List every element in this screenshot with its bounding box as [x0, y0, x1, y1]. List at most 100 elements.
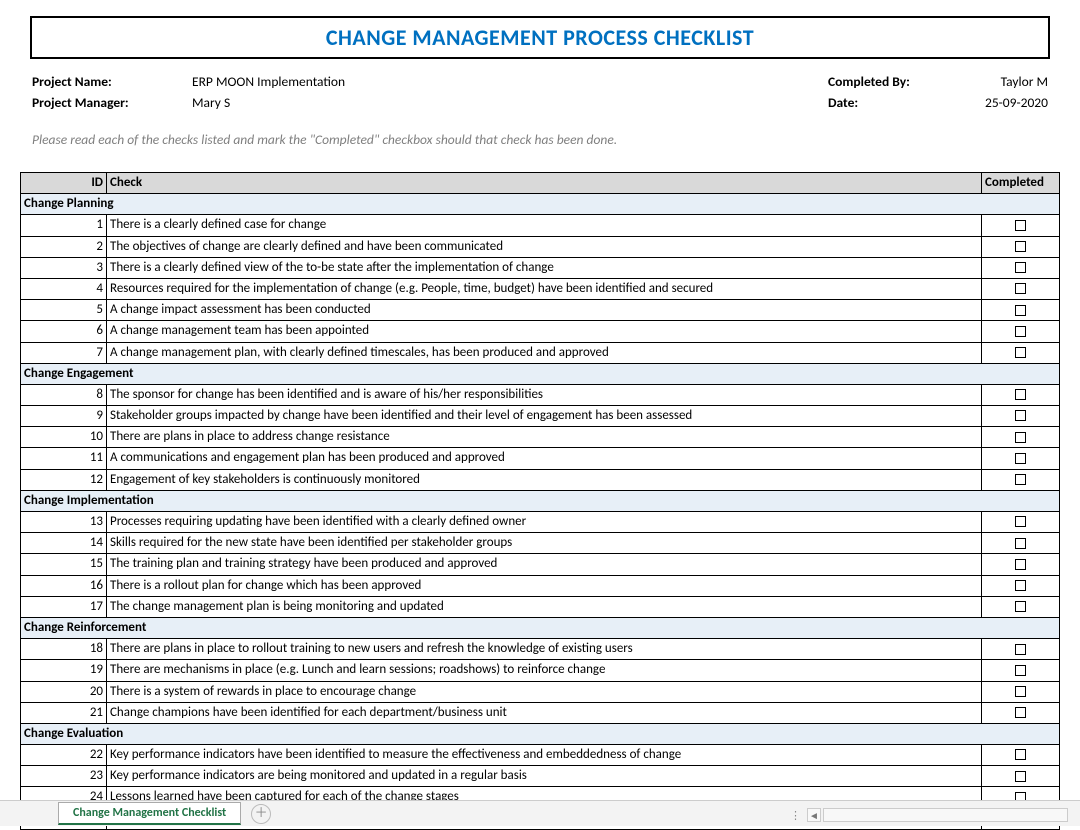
sheet-tab-active[interactable]: Change Management Checklist: [58, 802, 241, 825]
checkbox[interactable]: [1015, 326, 1026, 337]
drag-handle-icon[interactable]: ⋮: [790, 809, 801, 822]
cell-completed: [982, 448, 1060, 469]
table-row: 17The change management plan is being mo…: [21, 596, 1060, 617]
table-row: 6A change management team has been appoi…: [21, 321, 1060, 342]
cell-completed: [982, 660, 1060, 681]
cell-id: 14: [21, 533, 107, 554]
cell-completed: [982, 554, 1060, 575]
project-name-label: Project Name:: [32, 73, 192, 90]
cell-check: Resources required for the implementatio…: [107, 278, 982, 299]
plus-icon: ＋: [255, 806, 268, 821]
project-manager-value: Mary S: [192, 94, 432, 111]
checkbox[interactable]: [1015, 644, 1026, 655]
col-header-id: ID: [21, 173, 107, 194]
checkbox[interactable]: [1015, 305, 1026, 316]
cell-completed: [982, 745, 1060, 766]
table-row: 5A change impact assessment has been con…: [21, 300, 1060, 321]
table-row: 7A change management plan, with clearly …: [21, 342, 1060, 363]
date-label: Date:: [828, 94, 948, 111]
cell-check: There is a rollout plan for change which…: [107, 575, 982, 596]
date-value: 25-09-2020: [948, 94, 1048, 111]
checkbox[interactable]: [1015, 432, 1026, 443]
checkbox[interactable]: [1015, 347, 1026, 358]
cell-check: There is a clearly defined view of the t…: [107, 257, 982, 278]
col-header-check: Check: [107, 173, 982, 194]
checkbox[interactable]: [1015, 474, 1026, 485]
checkbox[interactable]: [1015, 516, 1026, 527]
checkbox[interactable]: [1015, 749, 1026, 760]
cell-id: 18: [21, 639, 107, 660]
checkbox[interactable]: [1015, 453, 1026, 464]
checkbox[interactable]: [1015, 262, 1026, 273]
cell-check: The change management plan is being moni…: [107, 596, 982, 617]
section-title: Change Planning: [21, 194, 1060, 215]
cell-completed: [982, 596, 1060, 617]
cell-check: There are mechanisms in place (e.g. Lunc…: [107, 660, 982, 681]
cell-check: Key performance indicators are being mon…: [107, 766, 982, 787]
cell-completed: [982, 321, 1060, 342]
section-title: Change Implementation: [21, 490, 1060, 511]
table-row: 4Resources required for the implementati…: [21, 278, 1060, 299]
table-row: 1There is a clearly defined case for cha…: [21, 215, 1060, 236]
add-sheet-button[interactable]: ＋: [251, 804, 271, 824]
table-row: 13Processes requiring updating have been…: [21, 512, 1060, 533]
scrollbar-track[interactable]: [823, 808, 1068, 822]
checkbox[interactable]: [1015, 665, 1026, 676]
cell-id: 5: [21, 300, 107, 321]
cell-id: 13: [21, 512, 107, 533]
checkbox[interactable]: [1015, 601, 1026, 612]
checklist-table: ID Check Completed Change Planning1There…: [20, 172, 1060, 830]
cell-id: 9: [21, 406, 107, 427]
project-manager-label: Project Manager:: [32, 94, 192, 111]
table-row: 20There is a system of rewards in place …: [21, 681, 1060, 702]
table-row: 11A communications and engagement plan h…: [21, 448, 1060, 469]
cell-check: There is a clearly defined case for chan…: [107, 215, 982, 236]
checkbox[interactable]: [1015, 389, 1026, 400]
table-row: 21Change champions have been identified …: [21, 702, 1060, 723]
cell-id: 4: [21, 278, 107, 299]
horizontal-scrollbar[interactable]: ⋮ ◄: [790, 807, 1070, 823]
cell-completed: [982, 406, 1060, 427]
table-row: 22Key performance indicators have been i…: [21, 745, 1060, 766]
checkbox[interactable]: [1015, 538, 1026, 549]
cell-check: Stakeholder groups impacted by change ha…: [107, 406, 982, 427]
document-page: CHANGE MANAGEMENT PROCESS CHECKLIST Proj…: [0, 0, 1080, 826]
section-row: Change Implementation: [21, 490, 1060, 511]
checkbox[interactable]: [1015, 771, 1026, 782]
cell-check: Processes requiring updating have been i…: [107, 512, 982, 533]
cell-completed: [982, 257, 1060, 278]
cell-check: Engagement of key stakeholders is contin…: [107, 469, 982, 490]
project-name-value: ERP MOON Implementation: [192, 73, 432, 90]
table-row: 2The objectives of change are clearly de…: [21, 236, 1060, 257]
cell-check: A change management plan, with clearly d…: [107, 342, 982, 363]
checkbox[interactable]: [1015, 220, 1026, 231]
checkbox[interactable]: [1015, 559, 1026, 570]
checkbox[interactable]: [1015, 580, 1026, 591]
checkbox[interactable]: [1015, 241, 1026, 252]
section-row: Change Planning: [21, 194, 1060, 215]
checkbox[interactable]: [1015, 707, 1026, 718]
instruction-text: Please read each of the checks listed an…: [20, 115, 1060, 164]
completed-by-label: Completed By:: [828, 73, 948, 90]
cell-check: There are plans in place to rollout trai…: [107, 639, 982, 660]
col-header-completed: Completed: [982, 173, 1060, 194]
table-row: 14Skills required for the new state have…: [21, 533, 1060, 554]
checkbox[interactable]: [1015, 686, 1026, 697]
checkbox[interactable]: [1015, 283, 1026, 294]
cell-completed: [982, 512, 1060, 533]
section-row: Change Evaluation: [21, 723, 1060, 744]
cell-check: Change champions have been identified fo…: [107, 702, 982, 723]
checkbox[interactable]: [1015, 410, 1026, 421]
scroll-left-arrow-icon[interactable]: ◄: [807, 808, 821, 822]
meta-left-2: Project Manager: Mary S: [32, 94, 432, 111]
cell-completed: [982, 278, 1060, 299]
section-row: Change Reinforcement: [21, 617, 1060, 638]
table-header-row: ID Check Completed: [21, 173, 1060, 194]
table-row: 10There are plans in place to address ch…: [21, 427, 1060, 448]
cell-check: The training plan and training strategy …: [107, 554, 982, 575]
cell-check: Skills required for the new state have b…: [107, 533, 982, 554]
cell-completed: [982, 215, 1060, 236]
cell-completed: [982, 427, 1060, 448]
cell-id: 1: [21, 215, 107, 236]
cell-id: 10: [21, 427, 107, 448]
